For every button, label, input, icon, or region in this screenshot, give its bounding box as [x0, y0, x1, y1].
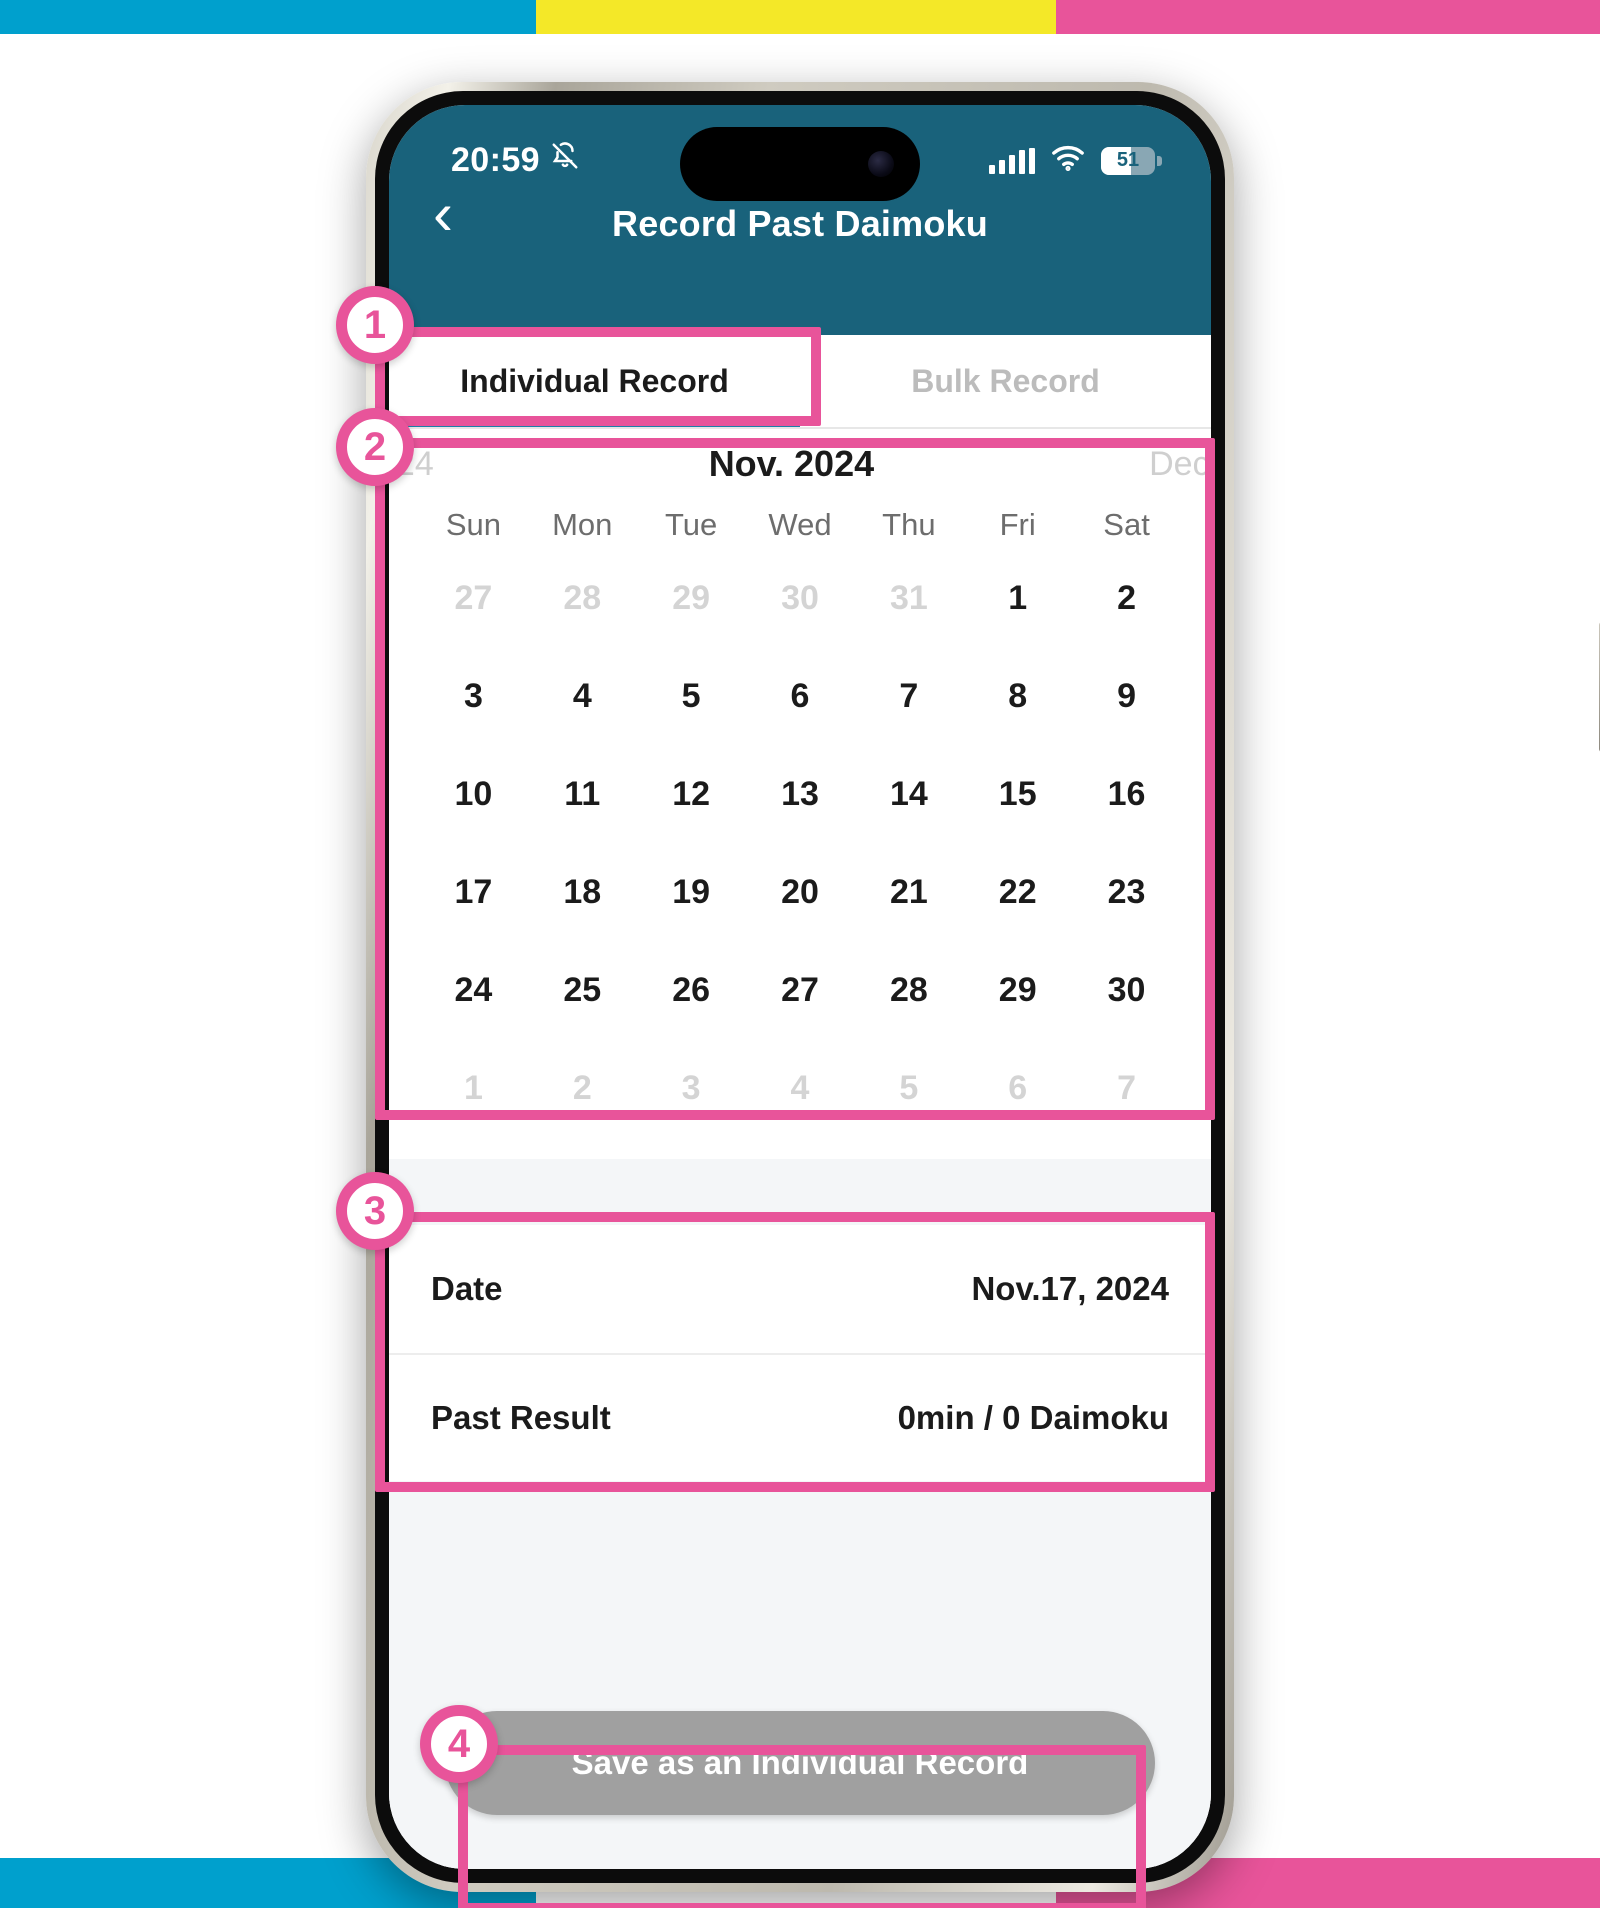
calendar-day-cell[interactable]: 3	[419, 647, 528, 745]
decor-bar-pink	[1056, 0, 1600, 34]
calendar-day-cell[interactable]: 19	[637, 843, 746, 941]
calendar-day-cell[interactable]: 4	[746, 1039, 855, 1137]
status-bar-left: 20:59	[451, 141, 580, 180]
calendar-day-cell[interactable]: 1	[963, 549, 1072, 647]
calendar-weekday-fri: Fri	[999, 507, 1036, 542]
calendar-day-cell[interactable]: 17	[419, 843, 528, 941]
calendar-weekday-sat: Sat	[1103, 507, 1150, 542]
calendar-day-cell[interactable]: 5	[637, 647, 746, 745]
decor-bar-cyan	[0, 0, 536, 34]
calendar-day-cell[interactable]: 20	[746, 843, 855, 941]
calendar-day-cell[interactable]: 27	[419, 549, 528, 647]
save-button[interactable]: Save as an Individual Record	[445, 1711, 1155, 1815]
calendar-weekday-row: Sun Mon Tue Wed Thu Fri Sat	[389, 495, 1211, 543]
page-title: Record Past Daimoku	[612, 203, 988, 244]
calendar-day-cell[interactable]: 5	[854, 1039, 963, 1137]
save-area: Save as an Individual Record	[389, 1711, 1211, 1869]
calendar-day-cell[interactable]: 27	[746, 941, 855, 1039]
calendar-day-cell[interactable]: 28	[854, 941, 963, 1039]
decor-top-color-bar	[0, 0, 1600, 34]
calendar-weekday-thu: Thu	[882, 507, 936, 542]
calendar-day-cell[interactable]: 24	[419, 941, 528, 1039]
status-time: 20:59	[451, 141, 540, 179]
calendar-day-cell[interactable]: 9	[1072, 647, 1181, 745]
battery-icon: 51	[1101, 146, 1162, 175]
detail-row[interactable]: Past Result 0min / 0 Daimoku	[389, 1353, 1211, 1481]
calendar-day-cell[interactable]: 31	[854, 549, 963, 647]
calendar-day-cell[interactable]: 7	[1072, 1039, 1181, 1137]
chevron-left-icon[interactable]: ‹	[433, 184, 453, 244]
tab-individual-record[interactable]: Individual Record	[389, 335, 800, 427]
calendar-weekday-wed: Wed	[768, 507, 832, 542]
bell-slash-icon	[550, 141, 580, 180]
calendar-day-cell[interactable]: 13	[746, 745, 855, 843]
calendar-day-cell[interactable]: 18	[528, 843, 637, 941]
calendar-day-cell[interactable]: 8	[963, 647, 1072, 745]
calendar-day-cell[interactable]: 28	[528, 549, 637, 647]
calendar-day-cell[interactable]: 6	[746, 647, 855, 745]
calendar-next-month-label[interactable]: Dec.	[1149, 445, 1211, 484]
wifi-icon	[1051, 145, 1085, 176]
calendar-day-cell[interactable]: 25	[528, 941, 637, 1039]
detail-row-value: Nov.17, 2024	[971, 1270, 1169, 1307]
calendar-day-cell[interactable]: 6	[963, 1039, 1072, 1137]
calendar-day-cell[interactable]: 3	[637, 1039, 746, 1137]
detail-row-value: 0min / 0 Daimoku	[897, 1399, 1169, 1436]
calendar-day-cell[interactable]: 12	[637, 745, 746, 843]
calendar-day-cell[interactable]: 7	[854, 647, 963, 745]
screenshot-canvas: 20:59 51 ‹ Record Past Daimoku Individua…	[0, 0, 1600, 1908]
calendar-day-cell[interactable]: 26	[637, 941, 746, 1039]
front-camera-icon	[868, 151, 894, 177]
calendar-day-cell[interactable]: 10	[419, 745, 528, 843]
tab-bulk-record[interactable]: Bulk Record	[800, 335, 1211, 427]
screen-body: Individual Record Bulk Record 024 Nov. 2…	[389, 335, 1211, 1869]
calendar-current-month-label: Nov. 2024	[708, 443, 875, 484]
calendar-day-cell[interactable]: 11	[528, 745, 637, 843]
decor-bar-yellow	[536, 0, 1056, 34]
calendar-weekday-sun: Sun	[445, 507, 501, 542]
phone-bezel: 20:59 51 ‹ Record Past Daimoku Individua…	[375, 91, 1225, 1883]
calendar-day-cell[interactable]: 30	[746, 549, 855, 647]
detail-bottom-spacer	[389, 1481, 1211, 1711]
detail-list: Date Nov.17, 2024 Past Result 0min / 0 Daim…	[389, 1225, 1211, 1481]
calendar-day-cell[interactable]: 29	[637, 549, 746, 647]
calendar: 024 Nov. 2024 Dec. Sun Mon Tue Wed Thu Fri Sat…	[389, 429, 1211, 1159]
calendar-day-cell[interactable]: 21	[854, 843, 963, 941]
calendar-prev-month-label[interactable]: 024	[389, 445, 434, 484]
detail-row-label: Date	[431, 1270, 503, 1307]
calendar-day-cell[interactable]: 4	[528, 647, 637, 745]
calendar-weekday-tue: Tue	[664, 507, 718, 542]
calendar-day-cell[interactable]: 29	[963, 941, 1072, 1039]
detail-row-label: Past Result	[431, 1399, 611, 1436]
calendar-day-cell[interactable]: 22	[963, 843, 1072, 941]
calendar-day-cell[interactable]: 2	[528, 1039, 637, 1137]
calendar-day-cell[interactable]: 1	[419, 1039, 528, 1137]
calendar-weekday-mon: Mon	[552, 507, 613, 542]
calendar-month-header: 024 Nov. 2024 Dec.	[389, 429, 1211, 495]
phone-screen: 20:59 51 ‹ Record Past Daimoku Individua…	[389, 105, 1211, 1869]
phone-mockup: 20:59 51 ‹ Record Past Daimoku Individua…	[366, 82, 1600, 1892]
cellular-signal-icon	[989, 147, 1035, 174]
tab-bar: Individual Record Bulk Record	[389, 335, 1211, 427]
calendar-day-grid: 27 28 29 30 31 1 2 3 4 5 6 7 8 9 10 11 12 13 14 15 16 17 18 19 2…	[389, 543, 1211, 1137]
calendar-day-cell[interactable]: 16	[1072, 745, 1181, 843]
app-header: 20:59 51 ‹ Record Past Daimoku	[389, 105, 1211, 335]
nav-bar: ‹ Record Past Daimoku	[389, 180, 1211, 268]
calendar-day-cell[interactable]: 14	[854, 745, 963, 843]
calendar-day-cell[interactable]: 2	[1072, 549, 1181, 647]
detail-row[interactable]: Date Nov.17, 2024	[389, 1225, 1211, 1353]
status-bar-right: 51	[989, 145, 1162, 176]
calendar-day-cell[interactable]: 30	[1072, 941, 1181, 1039]
calendar-day-cell[interactable]: 23	[1072, 843, 1181, 941]
calendar-day-cell[interactable]: 15	[963, 745, 1072, 843]
battery-percent: 51	[1116, 149, 1140, 171]
detail-spacer	[389, 1159, 1211, 1225]
